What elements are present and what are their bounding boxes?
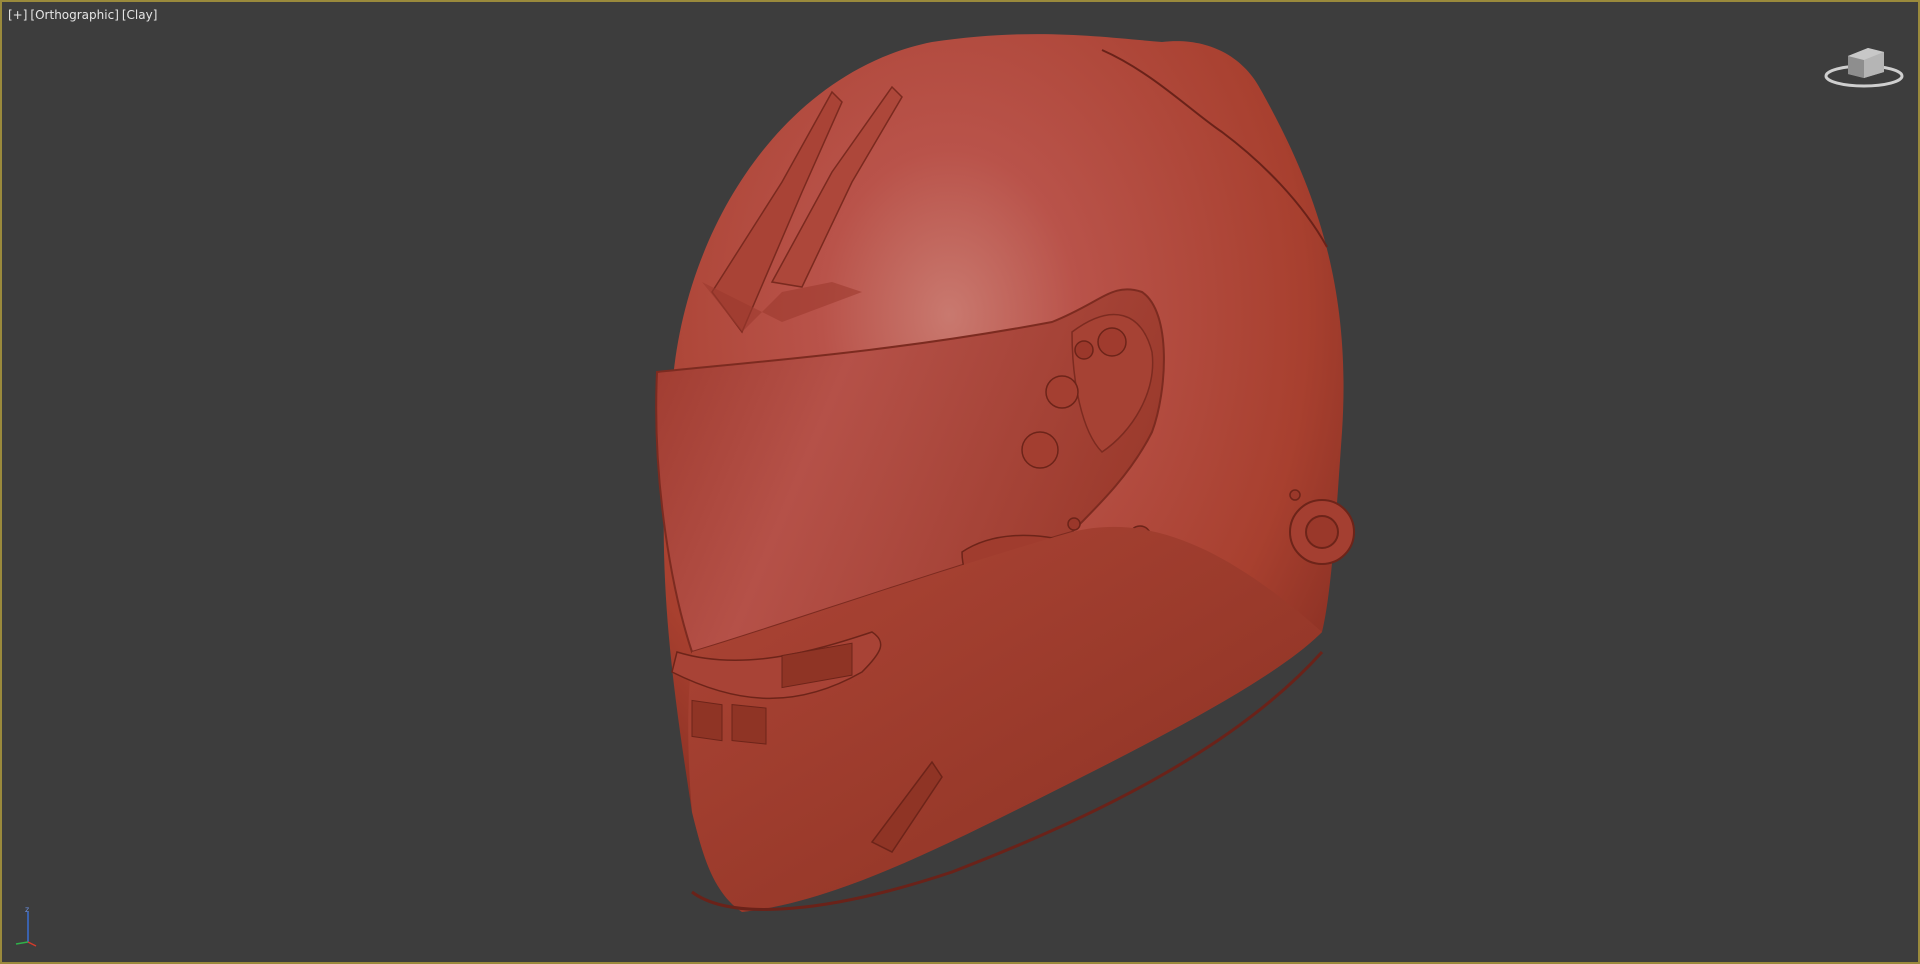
axis-z-label: z <box>25 905 29 914</box>
viewport-label-menu: [+] [Orthographic] [Clay] <box>8 8 157 22</box>
viewport-plus-menu[interactable]: [+] <box>8 8 27 22</box>
viewport[interactable]: [+] [Orthographic] [Clay] z <box>0 0 1920 964</box>
viewport-view-menu[interactable]: [Orthographic] <box>30 8 118 22</box>
viewcube-icon[interactable] <box>1822 38 1906 98</box>
axis-tripod-icon: z <box>15 905 37 947</box>
viewport-shading-menu[interactable]: [Clay] <box>122 8 158 22</box>
helmet-model[interactable] <box>632 32 1432 932</box>
